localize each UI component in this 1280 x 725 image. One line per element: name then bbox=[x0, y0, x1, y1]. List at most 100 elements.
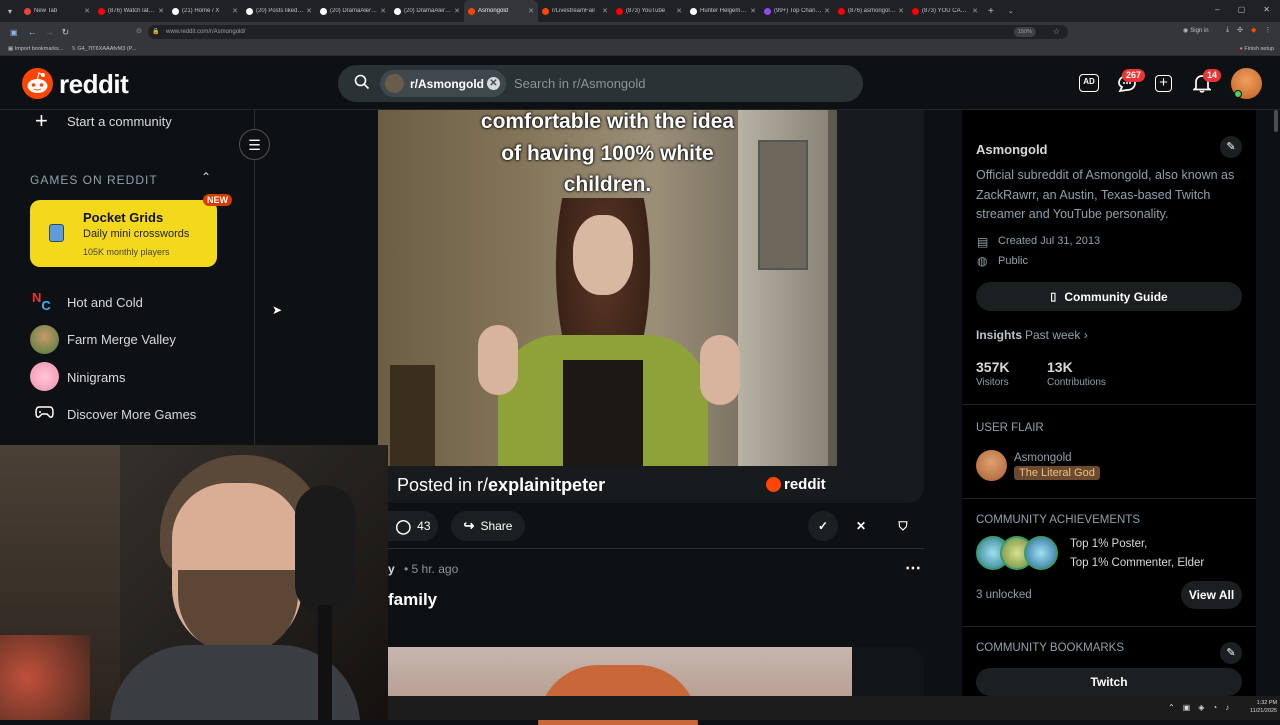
browser-tab[interactable]: (873) YouTube ✕ bbox=[612, 0, 686, 22]
edit-pencil-icon[interactable]: ✎ bbox=[1220, 136, 1242, 158]
page-scrollbar[interactable] bbox=[1274, 110, 1278, 132]
search-placeholder[interactable]: Search in r/Asmongold bbox=[514, 76, 646, 91]
browser-tab[interactable]: New Tab ✕ bbox=[20, 0, 94, 22]
network-icon[interactable]: ◔ bbox=[1212, 703, 1217, 712]
collapse-sidebar-button[interactable]: ☰ bbox=[239, 129, 270, 160]
game-farm-merge-valley[interactable]: Farm Merge Valley bbox=[67, 332, 176, 347]
edit-bookmarks-pencil-icon[interactable]: ✎ bbox=[1220, 642, 1242, 664]
person-top bbox=[563, 360, 643, 466]
reddit-logo-icon[interactable] bbox=[22, 68, 53, 99]
insights-period-link[interactable]: Past week › bbox=[1025, 328, 1088, 342]
tab-title: (20) DramaAlert on X: bbox=[404, 8, 452, 14]
reload-icon[interactable]: ↻ bbox=[62, 27, 70, 38]
browser-tab[interactable]: (21) Home / X ✕ bbox=[168, 0, 242, 22]
reddit-wordmark[interactable]: reddit bbox=[59, 69, 129, 100]
tab-close-icon[interactable]: ✕ bbox=[972, 7, 978, 15]
tab-close-icon[interactable]: ✕ bbox=[158, 7, 164, 15]
tab-close-icon[interactable]: ✕ bbox=[824, 7, 830, 15]
game-ninigrams[interactable]: Ninigrams bbox=[67, 370, 126, 385]
taskbar-clock[interactable]: 1:32 PM 11/21/2025 bbox=[1250, 699, 1277, 715]
streamer-beard bbox=[178, 570, 298, 655]
posted-in-prefix: Posted in r/ bbox=[397, 475, 489, 495]
volume-icon[interactable]: ♪ bbox=[1225, 703, 1229, 712]
tab-close-icon[interactable]: ✕ bbox=[602, 7, 608, 15]
bookmark-item[interactable]: 𝕏 G4_7tT6XAAAfvM3 (P... bbox=[71, 46, 136, 52]
chip-clear-icon[interactable]: ✕ bbox=[487, 77, 500, 90]
clock-date: 11/21/2025 bbox=[1250, 708, 1278, 714]
game-hot-and-cold[interactable]: Hot and Cold bbox=[67, 295, 143, 310]
browser-tab[interactable]: Hunter Helgemo (@T✕ bbox=[686, 0, 760, 22]
reddit-watermark: reddit bbox=[784, 476, 826, 493]
tab-close-icon[interactable]: ✕ bbox=[676, 7, 682, 15]
tab-search-icon[interactable]: ▾ bbox=[0, 0, 20, 22]
search-community-chip[interactable]: r/Asmongold ✕ bbox=[380, 70, 506, 97]
extensions-icon[interactable]: ✣ bbox=[1237, 26, 1243, 34]
sidebar-divider bbox=[962, 404, 1256, 405]
tab-close-icon[interactable]: ✕ bbox=[380, 7, 386, 15]
tab-close-icon[interactable]: ✕ bbox=[454, 7, 460, 15]
tray-chevron-icon[interactable]: ⌃ bbox=[1168, 703, 1175, 712]
mod-shield-button[interactable]: ⛉ bbox=[888, 511, 918, 541]
restore-icon[interactable]: ▢ bbox=[1238, 5, 1246, 14]
gamepad-icon bbox=[35, 405, 54, 419]
post-overflow-menu-icon[interactable]: ⋯ bbox=[905, 558, 921, 578]
comments-button[interactable]: ◯ 43 bbox=[388, 511, 438, 541]
collapse-chevron-icon[interactable]: ⌃ bbox=[201, 170, 211, 184]
flair-avatar[interactable] bbox=[976, 450, 1007, 481]
achievement-badge-icon[interactable] bbox=[1024, 536, 1058, 570]
browser-tab[interactable]: (876) asmongold - Yo✕ bbox=[834, 0, 908, 22]
browser-tab[interactable]: (20) DramaAlert on X✕ bbox=[316, 0, 390, 22]
tab-close-icon[interactable]: ✕ bbox=[898, 7, 904, 15]
browser-tab[interactable]: (873) YOU CANNOT✕ bbox=[908, 0, 982, 22]
download-icon[interactable]: ⤓ bbox=[1226, 26, 1229, 34]
tab-close-icon[interactable]: ✕ bbox=[84, 7, 90, 15]
share-button[interactable]: ↪ Share bbox=[451, 511, 525, 541]
extension-reddit-icon[interactable]: ◆ bbox=[1251, 26, 1256, 34]
insights-label: Insights bbox=[976, 328, 1023, 342]
approve-button[interactable]: ✓ bbox=[808, 511, 838, 541]
tab-list-chevron-icon[interactable]: ⌄ bbox=[1008, 7, 1014, 15]
new-tab-icon[interactable]: + bbox=[988, 6, 994, 17]
start-community-link[interactable]: Start a community bbox=[67, 114, 172, 129]
bookmark-star-icon[interactable]: ☆ bbox=[1053, 25, 1060, 39]
sidebar-toggle-icon[interactable]: ▣ bbox=[10, 28, 18, 37]
community-guide-button[interactable]: ▯ Community Guide bbox=[976, 282, 1242, 311]
browser-tab[interactable]: Asmongold ✕ bbox=[464, 0, 538, 22]
share-icon: ↪ bbox=[463, 518, 475, 533]
back-icon[interactable]: ← bbox=[28, 27, 37, 37]
next-post-author[interactable]: y bbox=[388, 562, 395, 576]
tray-app-icon[interactable]: ◈ bbox=[1198, 703, 1204, 712]
game-discover-more[interactable]: Discover More Games bbox=[67, 407, 196, 422]
browser-tab[interactable]: (20) DramaAlert on X:✕ bbox=[390, 0, 464, 22]
next-post-media[interactable] bbox=[388, 647, 924, 725]
tab-close-icon[interactable]: ✕ bbox=[528, 7, 534, 15]
url-field[interactable]: ⊙ 🔒 www.reddit.com/r/Asmongold/ 150% ☆ bbox=[136, 25, 1068, 39]
menu-icon[interactable]: ⋮ bbox=[1264, 26, 1271, 34]
site-info-icon[interactable]: ⊙ bbox=[136, 25, 142, 39]
minimize-icon[interactable]: – bbox=[1215, 5, 1219, 14]
tab-title: Hunter Helgemo (@T bbox=[700, 8, 748, 14]
remove-button[interactable]: ✕ bbox=[846, 511, 876, 541]
close-window-icon[interactable]: ✕ bbox=[1263, 5, 1270, 14]
browser-tab[interactable]: (99+) Top Channels -✕ bbox=[760, 0, 834, 22]
tray-app-icon[interactable]: ▣ bbox=[1183, 703, 1191, 712]
finish-setup-button[interactable]: ● Finish setup bbox=[1239, 46, 1274, 52]
tab-close-icon[interactable]: ✕ bbox=[750, 7, 756, 15]
tab-close-icon[interactable]: ✕ bbox=[306, 7, 312, 15]
create-post-icon[interactable]: + bbox=[1155, 75, 1172, 92]
tab-close-icon[interactable]: ✕ bbox=[232, 7, 238, 15]
browser-tab[interactable]: r/LivestreamFail ✕ bbox=[538, 0, 612, 22]
next-post-title[interactable]: family bbox=[388, 590, 437, 610]
twitch-bookmark-button[interactable]: Twitch bbox=[976, 668, 1242, 696]
browser-tab[interactable]: (876) Watch later - Yo✕ bbox=[94, 0, 168, 22]
tab-favicon-icon bbox=[172, 7, 179, 15]
posted-in-label[interactable]: Posted in r/explainitpeter bbox=[397, 475, 605, 496]
forward-icon[interactable]: → bbox=[45, 27, 54, 37]
advertise-icon[interactable]: AD bbox=[1079, 74, 1099, 92]
bookmark-import[interactable]: ▦ Import bookmarks... bbox=[8, 46, 63, 52]
sign-in-button[interactable]: ◉ Sign in bbox=[1183, 27, 1209, 35]
browser-tab[interactable]: (20) Posts liked by Za✕ bbox=[242, 0, 316, 22]
created-date: Created Jul 31, 2013 bbox=[998, 235, 1101, 247]
zoom-level[interactable]: 150% bbox=[1013, 27, 1036, 37]
view-all-button[interactable]: View All bbox=[1181, 581, 1242, 609]
